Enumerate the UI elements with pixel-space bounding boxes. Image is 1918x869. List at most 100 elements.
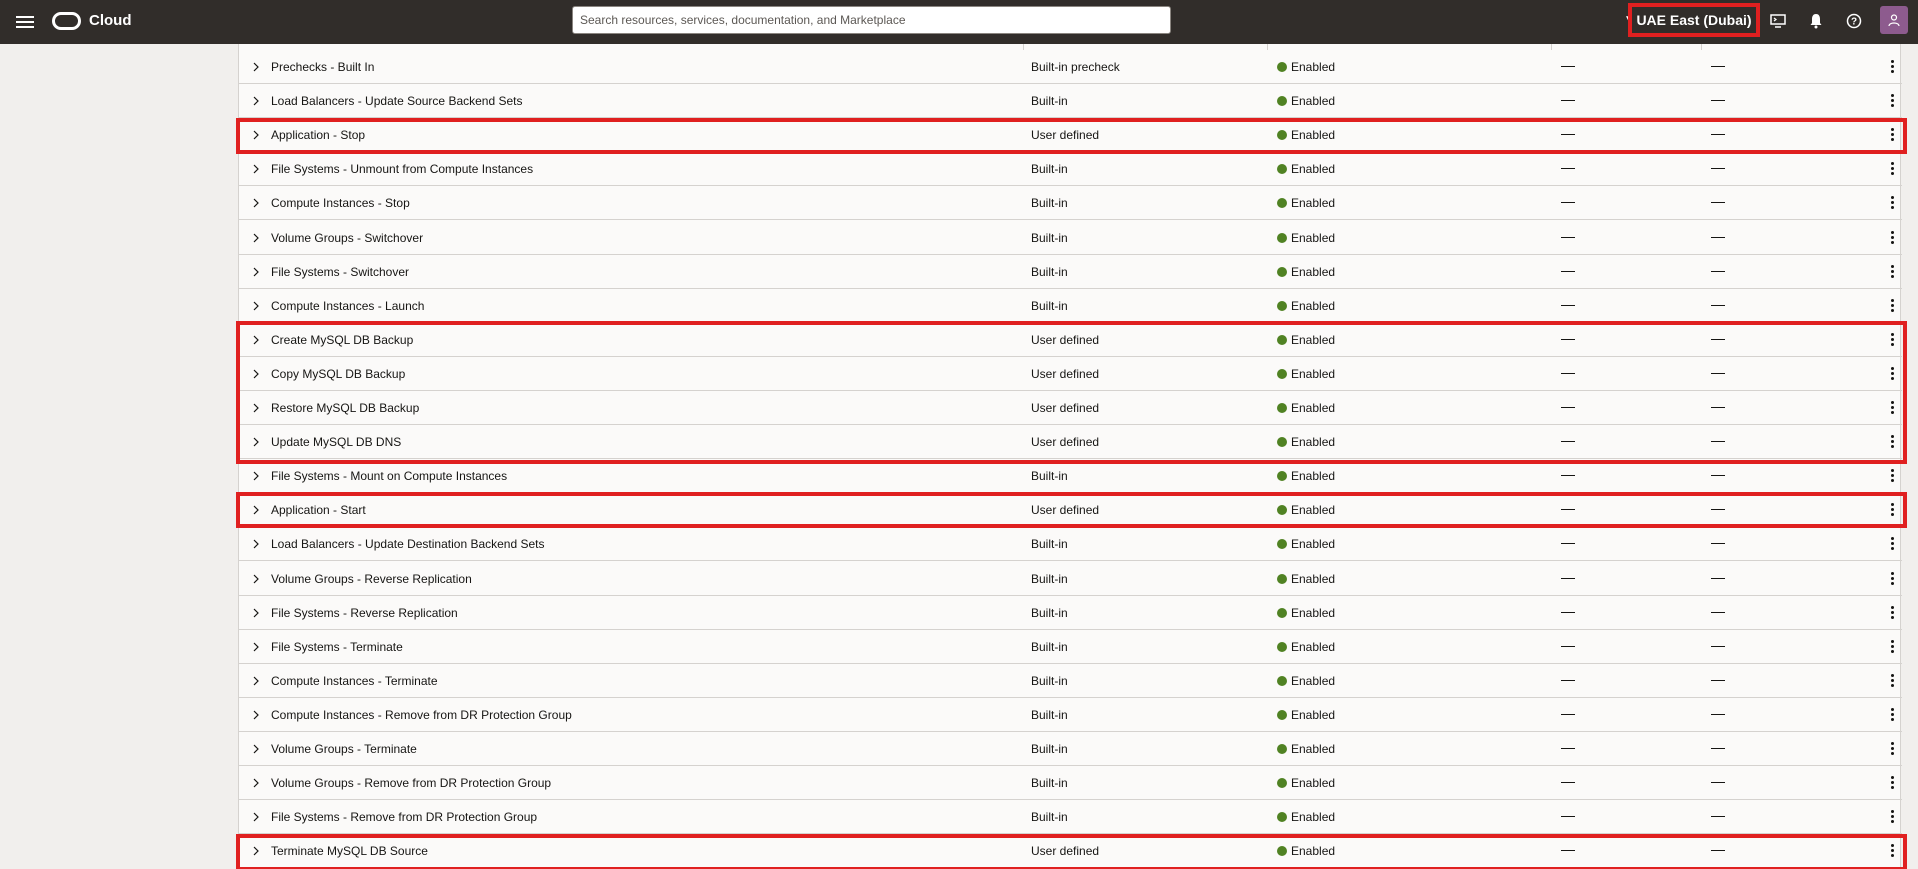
chevron-right-icon[interactable] bbox=[250, 573, 262, 585]
actions-menu-icon[interactable] bbox=[1890, 94, 1896, 108]
actions-menu-icon[interactable] bbox=[1890, 230, 1896, 245]
step-type: Built-in bbox=[1031, 196, 1068, 211]
chevron-right-icon[interactable] bbox=[250, 95, 262, 107]
actions-menu-icon[interactable] bbox=[1890, 844, 1896, 858]
actions-menu-icon[interactable] bbox=[1890, 742, 1896, 756]
status-text: Enabled bbox=[1291, 503, 1336, 518]
actions-menu-icon[interactable] bbox=[1890, 435, 1896, 449]
table-row[interactable]: Copy MySQL DB Backup User defined Enabled bbox=[239, 357, 1902, 391]
table-row[interactable]: Volume Groups - Terminate Built-in Enabled bbox=[239, 732, 1902, 766]
table-row[interactable]: Load Balancers - Update Destination Back… bbox=[239, 527, 1902, 562]
actions-menu-icon[interactable] bbox=[1890, 639, 1896, 654]
status-dot-icon bbox=[1277, 471, 1287, 482]
chevron-right-icon[interactable] bbox=[250, 641, 262, 653]
table-row[interactable]: Compute Instances - Launch Built-in Enable… bbox=[239, 289, 1902, 323]
table-row[interactable]: Prechecks - Built In Built-in precheck Ena… bbox=[239, 50, 1902, 84]
actions-menu-icon[interactable] bbox=[1890, 264, 1896, 279]
chevron-right-icon[interactable] bbox=[250, 743, 262, 755]
chevron-right-icon[interactable] bbox=[250, 402, 262, 414]
region-selector[interactable]: UAE East (Dubai) bbox=[1630, 5, 1758, 35]
empty-value-dash bbox=[1711, 407, 1725, 408]
table-row[interactable]: Create MySQL DB Backup User defined Enable… bbox=[239, 323, 1902, 357]
actions-menu-icon[interactable] bbox=[1890, 469, 1896, 483]
actions-menu-icon[interactable] bbox=[1890, 776, 1896, 790]
chevron-right-icon[interactable] bbox=[250, 197, 262, 209]
actions-menu-icon[interactable] bbox=[1890, 401, 1896, 415]
chevron-right-icon[interactable] bbox=[250, 334, 262, 346]
table-row[interactable]: File Systems - Terminate Built-in Enabled bbox=[239, 630, 1902, 664]
actions-menu-icon[interactable] bbox=[1890, 571, 1896, 586]
empty-value-dash bbox=[1711, 441, 1725, 443]
empty-value-dash bbox=[1561, 782, 1575, 784]
table-row[interactable]: File Systems - Mount on Compute Instance… bbox=[239, 459, 1902, 494]
hamburger-menu-icon[interactable] bbox=[16, 13, 34, 31]
table-row[interactable]: Volume Groups - Switchover Built-in Enable… bbox=[239, 221, 1902, 255]
oracle-logo-icon[interactable] bbox=[52, 12, 81, 30]
table-row[interactable]: Restore MySQL DB Backup User defined Enabl… bbox=[239, 391, 1902, 425]
chevron-right-icon[interactable] bbox=[250, 538, 262, 550]
chevron-right-icon[interactable] bbox=[250, 607, 262, 619]
chevron-right-icon[interactable] bbox=[250, 436, 262, 448]
empty-value-dash bbox=[1561, 407, 1575, 408]
table-row[interactable]: Compute Instances - Stop Built-in Enabled bbox=[239, 186, 1902, 221]
chevron-right-icon[interactable] bbox=[250, 675, 262, 687]
user-avatar[interactable] bbox=[1880, 6, 1908, 34]
actions-menu-icon[interactable] bbox=[1890, 196, 1896, 210]
bell-icon[interactable] bbox=[1806, 11, 1826, 31]
table-row[interactable]: Terminate MySQL DB Source User defined Ena… bbox=[239, 834, 1902, 869]
table-row[interactable]: Update MySQL DB DNS User defined Enabled bbox=[239, 425, 1902, 460]
status-dot-icon bbox=[1277, 812, 1287, 823]
table-row[interactable]: Volume Groups - Remove from DR Protectio… bbox=[239, 766, 1902, 801]
help-icon[interactable]: ? bbox=[1844, 11, 1864, 31]
step-name: Compute Instances - Launch bbox=[271, 298, 425, 313]
table-row[interactable]: File Systems - Unmount from Compute Inst… bbox=[239, 152, 1902, 187]
actions-menu-icon[interactable] bbox=[1890, 810, 1896, 824]
chevron-right-icon[interactable] bbox=[250, 709, 262, 721]
actions-menu-icon[interactable] bbox=[1890, 537, 1896, 551]
step-name: Load Balancers - Update Destination Back… bbox=[271, 537, 545, 552]
chevron-right-icon[interactable] bbox=[250, 368, 262, 380]
table-row[interactable]: Application - Stop User defined Enabled bbox=[239, 118, 1902, 153]
actions-menu-icon[interactable] bbox=[1890, 332, 1896, 347]
chevron-right-icon[interactable] bbox=[250, 845, 262, 857]
chevron-right-icon[interactable] bbox=[250, 61, 262, 73]
status-text: Enabled bbox=[1291, 537, 1336, 552]
actions-menu-icon[interactable] bbox=[1890, 707, 1896, 722]
step-type: Built-in bbox=[1031, 742, 1068, 756]
actions-menu-icon[interactable] bbox=[1890, 673, 1896, 688]
actions-menu-icon[interactable] bbox=[1890, 605, 1896, 620]
actions-menu-icon[interactable] bbox=[1890, 298, 1896, 313]
empty-value-dash bbox=[1561, 577, 1575, 579]
actions-menu-icon[interactable] bbox=[1890, 503, 1896, 517]
status-dot-icon bbox=[1277, 334, 1287, 345]
chevron-right-icon[interactable] bbox=[250, 504, 262, 516]
actions-menu-icon[interactable] bbox=[1890, 162, 1896, 176]
status-text: Enabled bbox=[1291, 128, 1336, 143]
status-text: Enabled bbox=[1291, 844, 1336, 859]
chevron-right-icon[interactable] bbox=[250, 129, 262, 141]
chevron-right-icon[interactable] bbox=[250, 811, 262, 823]
search-input[interactable] bbox=[572, 6, 1171, 34]
chevron-right-icon[interactable] bbox=[250, 163, 262, 175]
table-row[interactable]: File Systems - Reverse Replication Built-… bbox=[239, 596, 1902, 630]
chevron-right-icon[interactable] bbox=[250, 266, 262, 278]
table-row[interactable]: Application - Start User defined Enabled bbox=[239, 493, 1902, 528]
table-row[interactable]: Compute Instances - Terminate Built-in Ena… bbox=[239, 664, 1902, 698]
step-type: Built-in bbox=[1031, 469, 1068, 484]
brand-name[interactable]: Cloud bbox=[89, 12, 132, 29]
chevron-right-icon[interactable] bbox=[250, 470, 262, 482]
table-row[interactable]: Compute Instances - Remove from DR Prote… bbox=[239, 698, 1902, 732]
table-row[interactable]: Load Balancers - Update Source Backend S… bbox=[239, 84, 1902, 119]
status-text: Enabled bbox=[1291, 673, 1336, 688]
table-row[interactable]: File Systems - Switchover Built-in Enabled bbox=[239, 255, 1902, 289]
actions-menu-icon[interactable] bbox=[1890, 60, 1896, 74]
chevron-right-icon[interactable] bbox=[250, 232, 262, 244]
table-row[interactable]: Volume Groups - Reverse Replication Built… bbox=[239, 562, 1902, 596]
cloud-shell-icon[interactable] bbox=[1768, 11, 1788, 31]
step-type: Built-in bbox=[1031, 94, 1068, 109]
chevron-right-icon[interactable] bbox=[250, 777, 262, 789]
actions-menu-icon[interactable] bbox=[1890, 128, 1896, 142]
chevron-right-icon[interactable] bbox=[250, 300, 262, 312]
actions-menu-icon[interactable] bbox=[1890, 366, 1896, 381]
table-row[interactable]: File Systems - Remove from DR Protection… bbox=[239, 800, 1902, 835]
